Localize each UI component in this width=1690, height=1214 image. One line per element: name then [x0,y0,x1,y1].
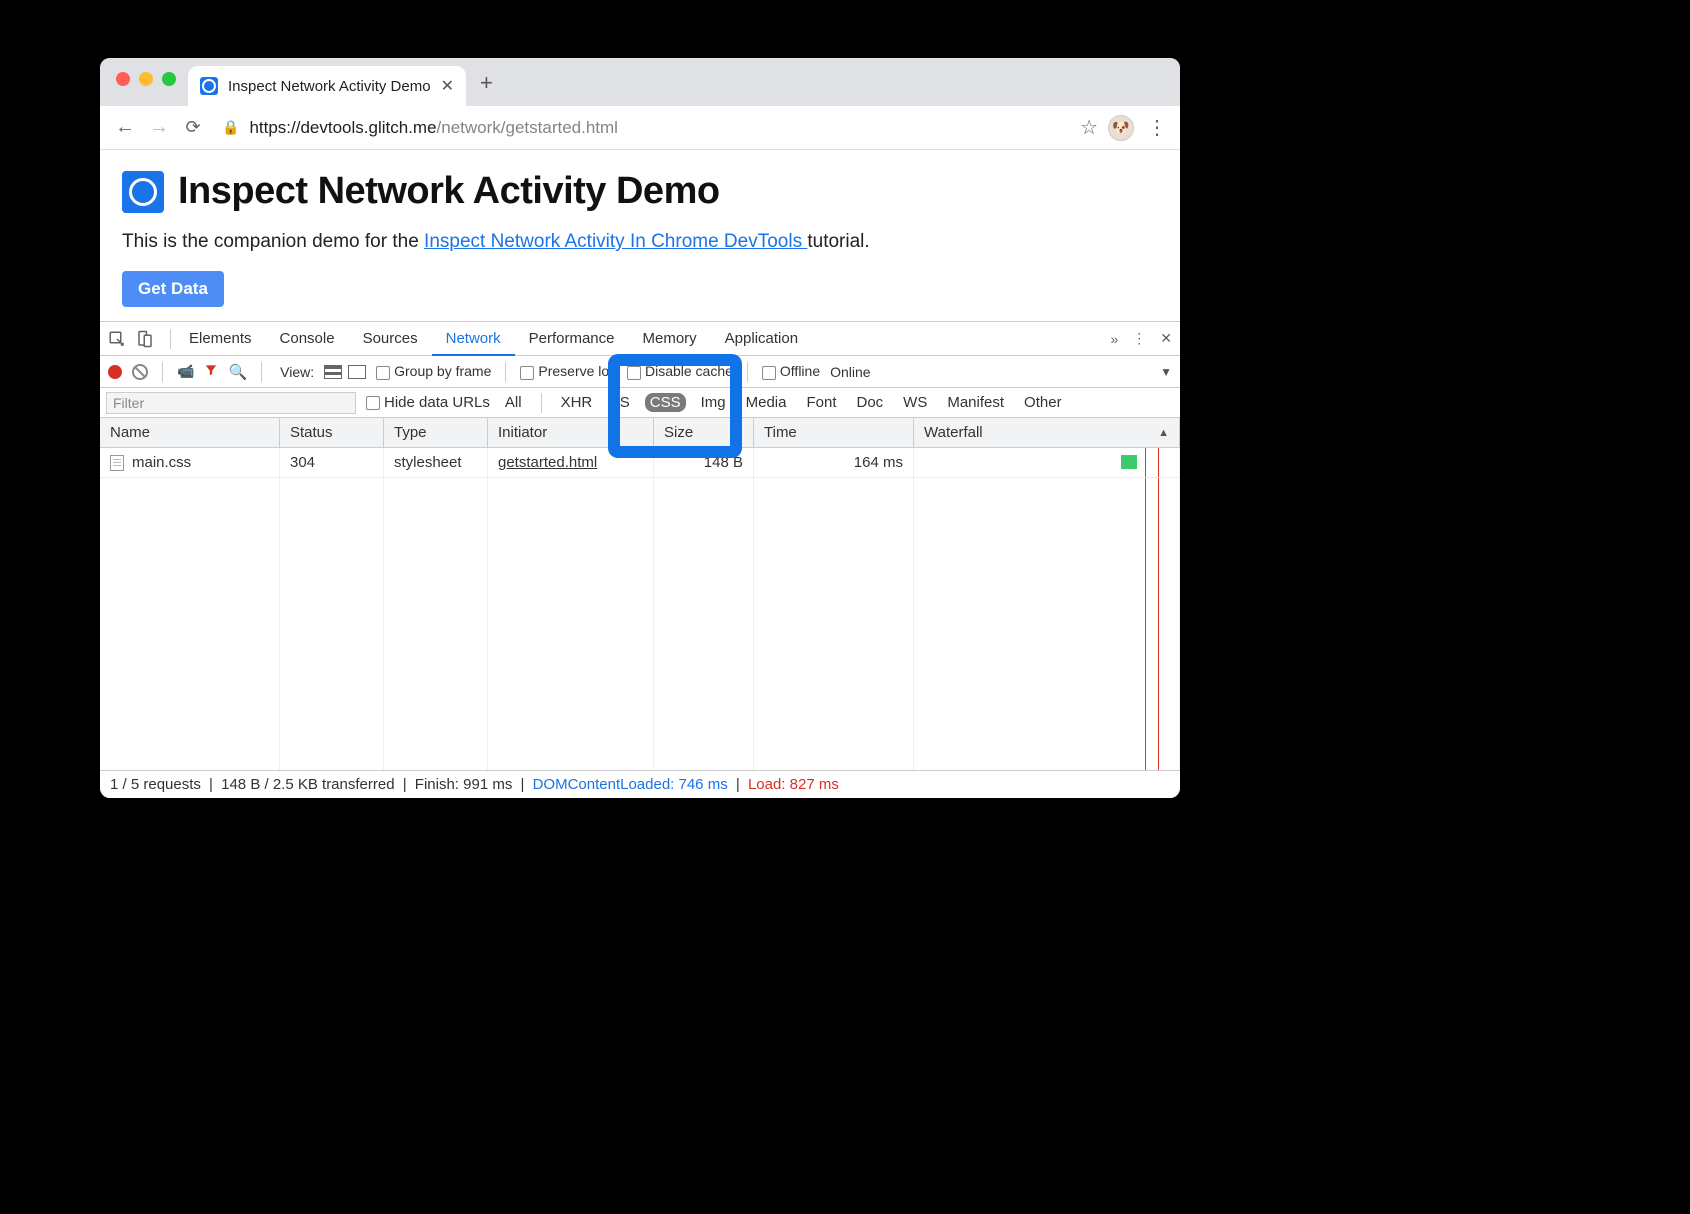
filter-xhr[interactable]: XHR [556,393,598,412]
throttling-select[interactable]: Online [830,364,870,380]
traffic-lights [116,72,176,86]
bookmark-icon[interactable]: ☆ [1080,115,1098,140]
devtools-panel: Elements Console Sources Network Perform… [100,321,1180,798]
toolbar-expand-icon[interactable]: ▼ [1160,365,1172,379]
device-toolbar-icon[interactable] [136,330,154,348]
col-waterfall[interactable]: Waterfall▲ [914,418,1180,447]
sort-caret-icon: ▲ [1158,427,1169,439]
initiator-link[interactable]: getstarted.html [498,454,597,471]
tab-memory[interactable]: Memory [629,322,711,356]
filter-img[interactable]: Img [696,393,731,412]
waterfall-bar [1121,455,1137,469]
browser-tab[interactable]: Inspect Network Activity Demo ✕ [188,66,466,106]
devtools-menu-icon[interactable]: ⋮ [1132,330,1146,347]
page-intro: This is the companion demo for the Inspe… [122,231,1158,253]
more-tabs-icon[interactable]: » [1110,331,1118,347]
tab-performance[interactable]: Performance [515,322,629,356]
back-button[interactable]: ← [110,116,140,139]
status-bar: 1 / 5 requests | 148 B / 2.5 KB transfer… [100,770,1180,798]
filter-media[interactable]: Media [741,393,792,412]
large-rows-icon[interactable] [324,365,342,379]
profile-avatar[interactable] [1108,115,1134,141]
filter-font[interactable]: Font [801,393,841,412]
load-line [1158,448,1159,477]
filter-ws[interactable]: WS [898,393,932,412]
filter-css[interactable]: CSS [645,393,686,412]
waterfall-view-icon[interactable] [348,365,366,379]
devtools-tabs: Elements Console Sources Network Perform… [100,322,1180,356]
tutorial-link[interactable]: Inspect Network Activity In Chrome DevTo… [424,231,807,252]
forward-button[interactable]: → [144,116,174,139]
get-data-button[interactable]: Get Data [122,271,224,307]
favicon-icon [200,77,218,95]
col-size[interactable]: Size [654,418,754,447]
screenshot-icon[interactable]: 📹 [177,363,194,380]
filter-js[interactable]: JS [607,393,635,412]
network-table-body: main.css 304 stylesheet getstarted.html … [100,448,1180,770]
hide-data-urls-checkbox[interactable] [366,396,380,410]
lock-icon: 🔒 [222,119,239,136]
titlebar: Inspect Network Activity Demo ✕ + [100,58,1180,106]
group-by-frame-checkbox[interactable] [376,366,390,380]
reload-button[interactable]: ⟳ [178,117,208,138]
col-status[interactable]: Status [280,418,384,447]
filter-input[interactable]: Filter [106,392,356,414]
record-button[interactable] [108,365,122,379]
preserve-log-checkbox[interactable] [520,366,534,380]
tab-elements[interactable]: Elements [175,322,266,356]
browser-window: Inspect Network Activity Demo ✕ + ← → ⟳ … [100,58,1180,798]
search-icon[interactable]: 🔍 [228,363,247,381]
browser-menu-icon[interactable]: ⋮ [1144,115,1170,140]
col-name[interactable]: Name [100,418,280,447]
minimize-window-button[interactable] [139,72,153,86]
filter-row: Filter Hide data URLs All XHR JS CSS Img… [100,388,1180,418]
filter-manifest[interactable]: Manifest [942,393,1009,412]
tab-title: Inspect Network Activity Demo [228,78,431,95]
new-tab-button[interactable]: + [480,70,493,96]
disable-cache-checkbox[interactable] [627,366,641,380]
network-toolbar: 📹 🔍 View: Group by frame Preserve log Di… [100,356,1180,388]
filter-toggle-icon[interactable] [204,363,218,380]
inspect-element-icon[interactable] [108,330,126,348]
filter-other[interactable]: Other [1019,393,1067,412]
close-window-button[interactable] [116,72,130,86]
tab-network[interactable]: Network [432,322,515,356]
url-display[interactable]: https://devtools.glitch.me/network/getst… [249,118,618,138]
waterfall-cell [914,448,1180,477]
filter-doc[interactable]: Doc [851,393,888,412]
maximize-window-button[interactable] [162,72,176,86]
address-bar: ← → ⟳ 🔒 https://devtools.glitch.me/netwo… [100,106,1180,150]
col-type[interactable]: Type [384,418,488,447]
close-tab-icon[interactable]: ✕ [441,76,454,96]
table-row[interactable]: main.css 304 stylesheet getstarted.html … [100,448,1180,478]
dcl-line [1145,448,1146,477]
col-initiator[interactable]: Initiator [488,418,654,447]
file-icon [110,455,124,471]
page-heading: Inspect Network Activity Demo [178,170,720,213]
tab-sources[interactable]: Sources [349,322,432,356]
tab-application[interactable]: Application [711,322,812,356]
page-logo-icon [122,171,164,213]
close-devtools-icon[interactable]: ✕ [1160,330,1172,347]
view-label: View: [280,364,314,380]
col-time[interactable]: Time [754,418,914,447]
clear-button[interactable] [132,364,148,380]
offline-checkbox[interactable] [762,366,776,380]
network-table-header: Name Status Type Initiator Size Time Wat… [100,418,1180,448]
filter-all[interactable]: All [500,393,527,412]
tab-console[interactable]: Console [266,322,349,356]
page-content: Inspect Network Activity Demo This is th… [100,150,1180,321]
